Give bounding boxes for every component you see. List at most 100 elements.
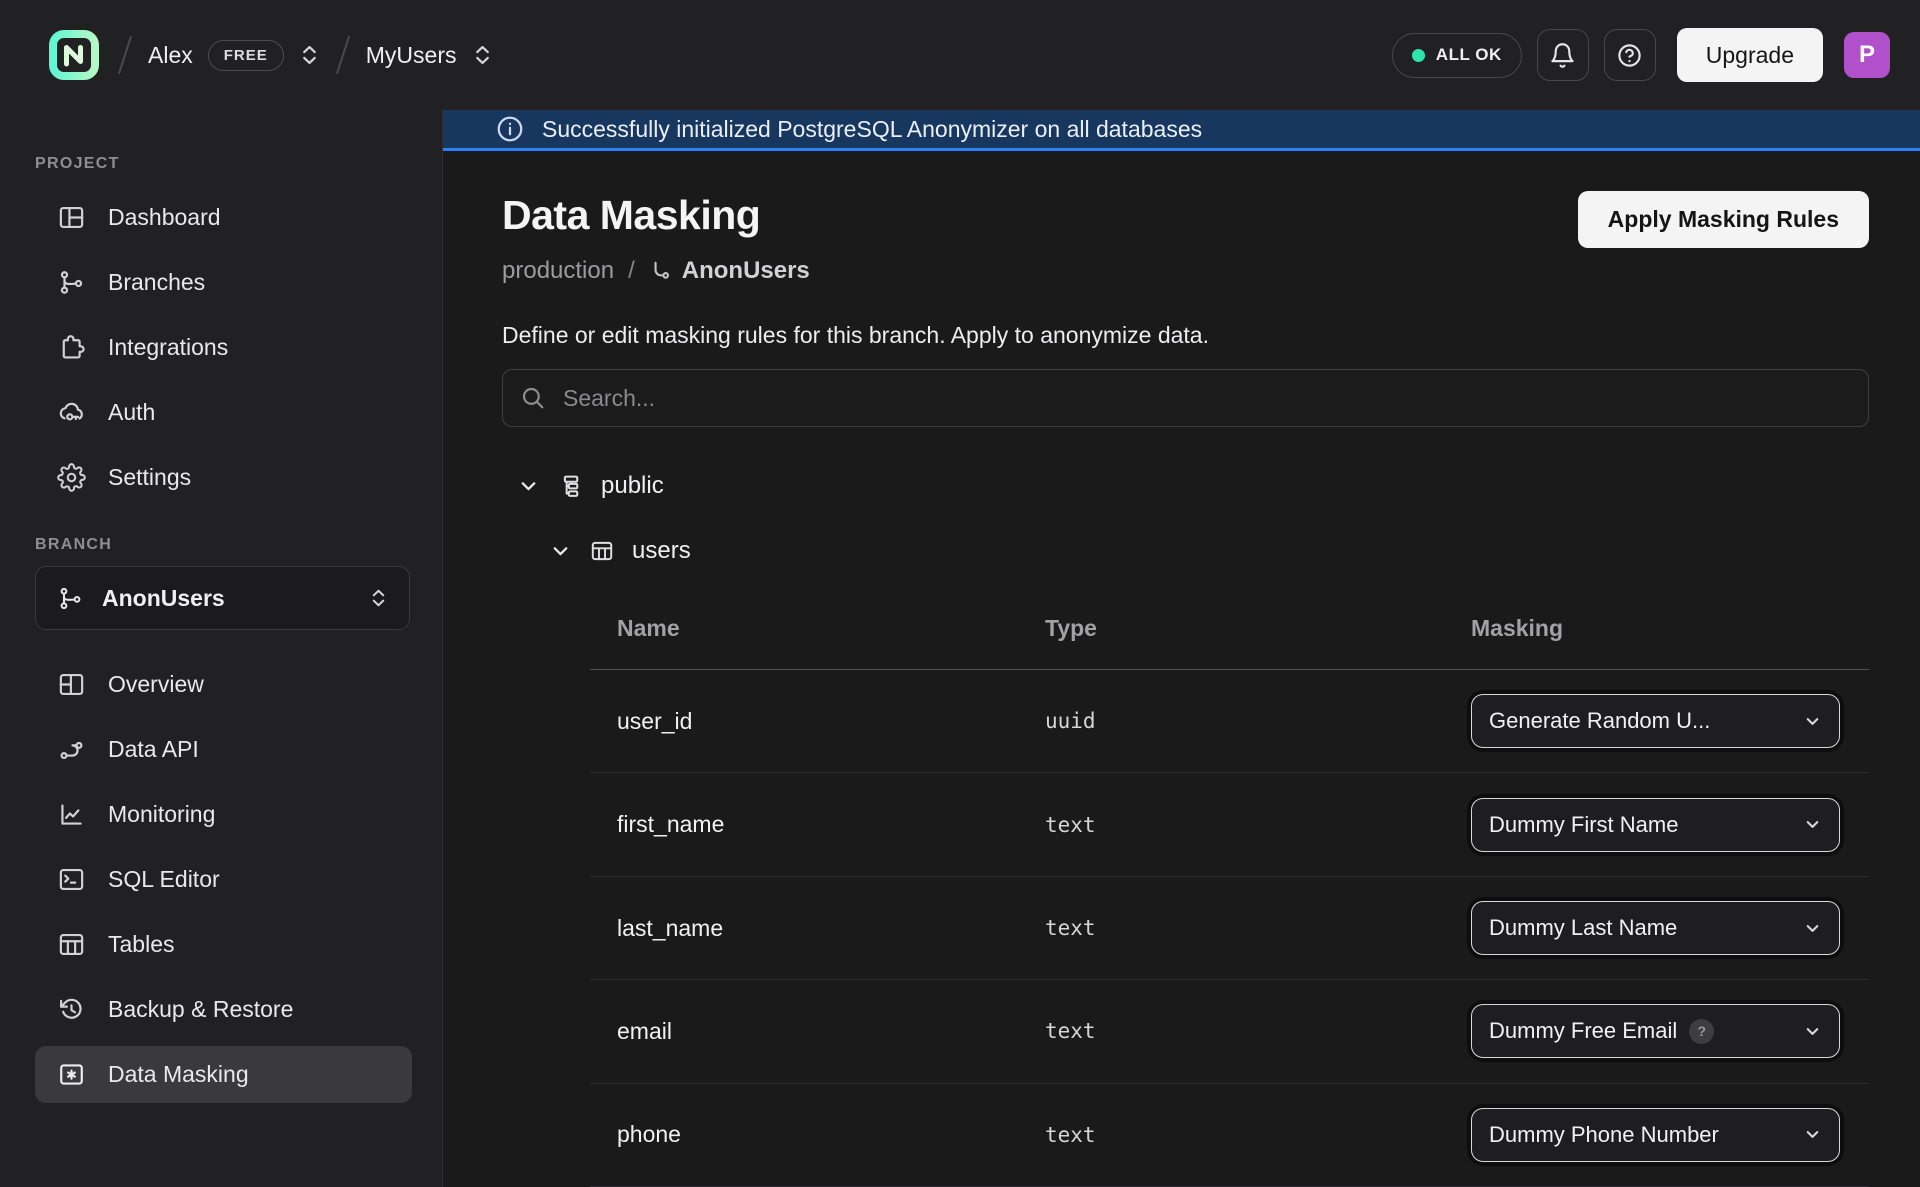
chevron-updown-icon bbox=[472, 43, 493, 67]
sidebar-item-overview[interactable]: Overview bbox=[35, 652, 412, 717]
column-header-name: Name bbox=[590, 615, 1018, 642]
sidebar-item-label: Branches bbox=[108, 269, 205, 296]
top-bar: Alex FREE MyUsers ALL OK bbox=[0, 0, 1920, 110]
column-header-masking: Masking bbox=[1444, 615, 1869, 642]
sidebar-item-dashboard[interactable]: Dashboard bbox=[35, 185, 412, 250]
sidebar-item-sql-editor[interactable]: SQL Editor bbox=[35, 847, 412, 912]
chevron-down-icon bbox=[549, 540, 572, 563]
avatar[interactable]: P bbox=[1844, 32, 1890, 78]
info-icon bbox=[495, 114, 525, 144]
breadcrumb-separator: / bbox=[628, 257, 635, 285]
chevron-down-icon bbox=[1803, 919, 1822, 938]
masking-select-last-name[interactable]: Dummy Last Name bbox=[1471, 901, 1840, 955]
separator-slash bbox=[118, 36, 132, 75]
data-masking-icon bbox=[57, 1060, 86, 1089]
notifications-button[interactable] bbox=[1537, 29, 1589, 81]
masking-select-email[interactable]: Dummy Free Email ? bbox=[1471, 1004, 1840, 1058]
chevron-down-icon bbox=[1803, 1125, 1822, 1144]
column-type: text bbox=[1018, 1019, 1444, 1043]
chevron-down-icon bbox=[1803, 815, 1822, 834]
columns-table: Name Type Masking user_id uuid Generate … bbox=[590, 587, 1869, 1187]
sidebar-item-branches[interactable]: Branches bbox=[35, 250, 412, 315]
help-circle-icon bbox=[1616, 42, 1643, 69]
info-banner: Successfully initialized PostgreSQL Anon… bbox=[443, 110, 1920, 151]
chevron-down-icon bbox=[1803, 712, 1822, 731]
plan-badge: FREE bbox=[208, 40, 284, 71]
upgrade-button[interactable]: Upgrade bbox=[1677, 28, 1823, 82]
sidebar-item-backup-restore[interactable]: Backup & Restore bbox=[35, 977, 412, 1042]
sidebar-item-label: Tables bbox=[108, 931, 174, 958]
masking-select-value: Dummy Last Name bbox=[1489, 915, 1677, 941]
org-name: Alex bbox=[148, 42, 193, 69]
table-row: last_name text Dummy Last Name bbox=[590, 877, 1869, 980]
child-branch-icon bbox=[649, 259, 673, 283]
terminal-icon bbox=[57, 865, 86, 894]
sidebar-item-tables[interactable]: Tables bbox=[35, 912, 412, 977]
masking-select-value: Dummy Phone Number bbox=[1489, 1122, 1719, 1148]
sidebar-item-label: Data API bbox=[108, 736, 199, 763]
sidebar-item-label: Integrations bbox=[108, 334, 228, 361]
monitoring-chart-icon bbox=[57, 800, 86, 829]
bell-icon bbox=[1549, 42, 1576, 69]
banner-message: Successfully initialized PostgreSQL Anon… bbox=[542, 116, 1202, 143]
table-row: user_id uuid Generate Random U... bbox=[590, 670, 1869, 773]
status-label: ALL OK bbox=[1436, 45, 1502, 65]
breadcrumb-current-label: AnonUsers bbox=[682, 257, 810, 285]
column-type: text bbox=[1018, 916, 1444, 940]
branch-selector-value: AnonUsers bbox=[102, 585, 351, 612]
schema-name[interactable]: public bbox=[601, 472, 664, 500]
sidebar-item-settings[interactable]: Settings bbox=[35, 445, 412, 510]
sidebar-item-data-api[interactable]: Data API bbox=[35, 717, 412, 782]
sidebar-item-auth[interactable]: Auth bbox=[35, 380, 412, 445]
branch-nav: Overview Data API Monitoring bbox=[35, 652, 410, 1107]
collapse-schema-button[interactable] bbox=[517, 475, 540, 498]
project-name: MyUsers bbox=[366, 42, 457, 69]
neon-logo[interactable] bbox=[46, 27, 102, 83]
breadcrumb-current: AnonUsers bbox=[649, 257, 810, 285]
column-header-type: Type bbox=[1018, 615, 1444, 642]
sidebar-item-monitoring[interactable]: Monitoring bbox=[35, 782, 412, 847]
dashboard-icon bbox=[57, 203, 86, 232]
schema-icon bbox=[557, 473, 584, 500]
search-bar[interactable] bbox=[502, 369, 1869, 427]
sidebar-item-data-masking[interactable]: Data Masking bbox=[35, 1046, 412, 1103]
sidebar-item-label: Settings bbox=[108, 464, 191, 491]
page-title: Data Masking bbox=[502, 191, 760, 239]
help-badge[interactable]: ? bbox=[1689, 1019, 1714, 1044]
sidebar-item-label: Auth bbox=[108, 399, 155, 426]
breadcrumb-parent[interactable]: production bbox=[502, 257, 614, 285]
auth-cloud-key-icon bbox=[57, 398, 86, 427]
status-pill[interactable]: ALL OK bbox=[1392, 33, 1522, 78]
masking-select-first-name[interactable]: Dummy First Name bbox=[1471, 798, 1840, 852]
chevron-updown-icon bbox=[369, 587, 388, 609]
search-icon bbox=[520, 385, 546, 411]
top-bar-left: Alex FREE MyUsers bbox=[46, 27, 493, 83]
project-switcher[interactable]: MyUsers bbox=[366, 42, 493, 69]
tree-node-schema: public bbox=[517, 468, 1869, 504]
top-bar-right: ALL OK Upgrade P bbox=[1392, 28, 1890, 82]
table-name[interactable]: users bbox=[632, 537, 691, 565]
column-name: phone bbox=[590, 1121, 1018, 1148]
help-button[interactable] bbox=[1604, 29, 1656, 81]
sidebar-item-label: Overview bbox=[108, 671, 204, 698]
search-input[interactable] bbox=[561, 384, 1851, 413]
table-icon bbox=[589, 538, 615, 564]
column-type: uuid bbox=[1018, 709, 1444, 733]
sidebar-item-label: Dashboard bbox=[108, 204, 221, 231]
apply-masking-rules-button[interactable]: Apply Masking Rules bbox=[1578, 191, 1869, 248]
puzzle-icon bbox=[57, 333, 86, 362]
sidebar-item-label: Monitoring bbox=[108, 801, 215, 828]
collapse-table-button[interactable] bbox=[549, 540, 572, 563]
masking-select-phone[interactable]: Dummy Phone Number bbox=[1471, 1108, 1840, 1162]
status-dot-icon bbox=[1412, 49, 1425, 62]
column-type: text bbox=[1018, 813, 1444, 837]
chevron-down-icon bbox=[1803, 1022, 1822, 1041]
neon-logo-icon bbox=[46, 27, 102, 83]
schema-tree: public users bbox=[502, 468, 1869, 569]
branch-selector[interactable]: AnonUsers bbox=[35, 566, 410, 630]
masking-select-user-id[interactable]: Generate Random U... bbox=[1471, 694, 1840, 748]
org-switcher[interactable]: Alex FREE bbox=[148, 40, 320, 71]
column-type: text bbox=[1018, 1123, 1444, 1147]
sidebar-item-integrations[interactable]: Integrations bbox=[35, 315, 412, 380]
gear-icon bbox=[57, 463, 86, 492]
